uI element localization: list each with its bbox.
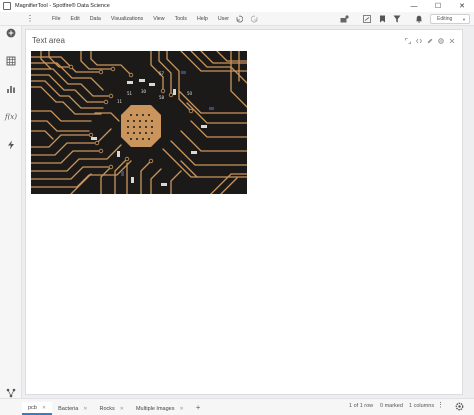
close-icon[interactable]: ✕ bbox=[42, 405, 46, 411]
lightning-icon[interactable] bbox=[4, 139, 18, 151]
tab-label: Rocks bbox=[99, 405, 115, 412]
menu-help[interactable]: Help bbox=[197, 16, 208, 22]
close-panel-icon[interactable] bbox=[448, 37, 456, 45]
menu-view[interactable]: View bbox=[153, 16, 164, 22]
tab-bacteria[interactable]: Bacteria ✕ bbox=[52, 402, 93, 415]
filter-icon[interactable] bbox=[392, 14, 402, 24]
minimize-button[interactable]: — bbox=[402, 0, 426, 12]
row-count-status: 1 of 1 row bbox=[349, 403, 374, 409]
mode-dropdown[interactable]: Editing ▼ bbox=[430, 14, 470, 24]
menu-visualizations[interactable]: Visualizations bbox=[111, 16, 143, 22]
tab-label: Bacteria bbox=[58, 405, 79, 412]
tab-multiple-images[interactable]: Multiple Images ✕ bbox=[130, 402, 190, 415]
fx-icon[interactable]: f(x) bbox=[4, 111, 18, 123]
redo-icon[interactable] bbox=[250, 14, 260, 24]
close-icon[interactable]: ✕ bbox=[120, 406, 124, 412]
svg-text:50: 50 bbox=[187, 91, 193, 96]
menu-user[interactable]: User bbox=[218, 16, 229, 22]
pcb-image: 51 30 57 58 50 11 bbox=[31, 51, 247, 194]
vertical-scrollbar[interactable] bbox=[467, 29, 473, 395]
close-icon[interactable]: ✕ bbox=[179, 406, 183, 412]
add-icon[interactable] bbox=[4, 27, 18, 39]
collaboration-icon[interactable] bbox=[339, 14, 349, 24]
marked-count-status: 0 marked bbox=[380, 403, 403, 409]
svg-text:58: 58 bbox=[159, 95, 165, 100]
analysis-canvas: Text area 51 30 57 58 50 11 bbox=[22, 26, 474, 398]
text-area-panel[interactable]: Text area 51 30 57 58 50 11 bbox=[25, 29, 463, 395]
menu-edit[interactable]: Edit bbox=[71, 16, 80, 22]
edit-pencil-icon[interactable] bbox=[426, 37, 434, 45]
menu-file[interactable]: File bbox=[52, 16, 61, 22]
tab-pcb[interactable]: pcb ✕ bbox=[22, 402, 53, 415]
more-options-icon[interactable]: ⋮ bbox=[437, 401, 444, 409]
code-view-icon[interactable] bbox=[415, 37, 423, 45]
bottom-bar: pcb ✕ Bacteria ✕ Rocks ✕ Multiple Images… bbox=[0, 398, 474, 415]
close-icon[interactable]: ✕ bbox=[83, 406, 87, 412]
menu-bar: ⋮ File Edit Data Visualizations View Too… bbox=[0, 12, 474, 26]
window-title: MagnifierTool - Spotfire® Data Science bbox=[15, 3, 110, 9]
bookmark-icon[interactable] bbox=[377, 14, 387, 24]
svg-text:30: 30 bbox=[141, 89, 147, 94]
undo-icon[interactable] bbox=[234, 14, 244, 24]
maximize-panel-icon[interactable] bbox=[404, 37, 412, 45]
menu-data[interactable]: Data bbox=[90, 16, 101, 22]
title-bar: MagnifierTool - Spotfire® Data Science —… bbox=[0, 0, 474, 12]
mode-dropdown-label: Editing bbox=[437, 16, 453, 22]
maximize-button[interactable]: ☐ bbox=[426, 0, 450, 12]
svg-text:51: 51 bbox=[127, 91, 133, 96]
add-page-button[interactable]: + bbox=[196, 403, 201, 412]
settings-gear-icon[interactable] bbox=[437, 37, 445, 45]
left-sidebar: f(x) bbox=[0, 26, 22, 398]
visualization-icon[interactable] bbox=[4, 83, 18, 95]
tab-rocks[interactable]: Rocks ✕ bbox=[93, 402, 129, 415]
settings-gear-icon[interactable] bbox=[455, 402, 464, 413]
panel-title: Text area bbox=[32, 36, 65, 45]
more-options-icon[interactable]: ⋮ bbox=[22, 14, 38, 23]
svg-text:11: 11 bbox=[117, 99, 123, 104]
tab-label: Multiple Images bbox=[135, 405, 175, 412]
close-button[interactable]: ✕ bbox=[450, 0, 474, 12]
page-tabs: pcb ✕ Bacteria ✕ Rocks ✕ Multiple Images… bbox=[22, 399, 200, 415]
column-count-status: 1 columns bbox=[409, 403, 435, 409]
tab-label: pcb bbox=[28, 404, 37, 411]
notification-icon[interactable] bbox=[414, 14, 424, 24]
menu-tools[interactable]: Tools bbox=[175, 16, 187, 22]
data-table-icon[interactable] bbox=[4, 55, 18, 67]
chevron-down-icon: ▼ bbox=[462, 17, 466, 22]
presentation-icon[interactable] bbox=[362, 14, 372, 24]
app-icon bbox=[3, 2, 11, 10]
svg-text:57: 57 bbox=[159, 71, 165, 76]
